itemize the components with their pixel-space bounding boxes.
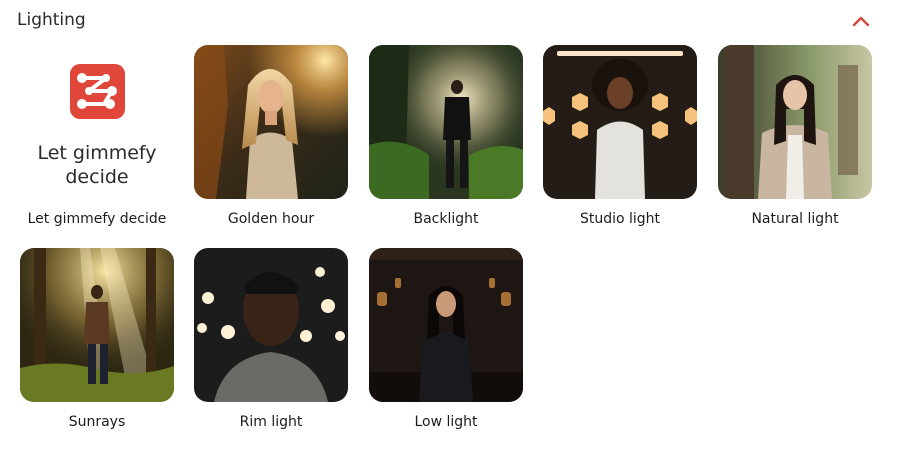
- option-label: Natural light: [751, 211, 839, 227]
- section-title: Lighting: [17, 10, 86, 30]
- option-thumbnail: [369, 45, 523, 199]
- option-thumbnail-text: Let gimmefy decide: [37, 142, 157, 188]
- option-label: Let gimmefy decide: [27, 211, 167, 227]
- option-thumbnail: [194, 45, 348, 199]
- option-thumbnail: [369, 248, 523, 402]
- option-label: Golden hour: [227, 211, 315, 227]
- option-studio-light[interactable]: Studio light: [543, 45, 697, 227]
- option-thumbnail: [718, 45, 872, 199]
- option-natural-light[interactable]: Natural light: [718, 45, 872, 227]
- gimmefy-logo-icon: [69, 64, 125, 119]
- option-backlight[interactable]: Backlight: [369, 45, 523, 227]
- option-label: Backlight: [413, 211, 479, 227]
- option-rim-light[interactable]: Rim light: [194, 248, 348, 430]
- option-label: Rim light: [239, 414, 303, 430]
- collapse-button[interactable]: [849, 10, 873, 32]
- chevron-up-icon: [852, 16, 870, 27]
- option-sunrays[interactable]: Sunrays: [20, 248, 174, 430]
- option-thumbnail: [20, 248, 174, 402]
- option-label: Sunrays: [68, 414, 126, 430]
- option-thumbnail: [543, 45, 697, 199]
- option-golden-hour[interactable]: Golden hour: [194, 45, 348, 227]
- option-thumbnail: [194, 248, 348, 402]
- option-thumbnail: Let gimmefy decide: [20, 45, 174, 199]
- option-label: Studio light: [579, 211, 661, 227]
- option-let-gimmefy-decide[interactable]: Let gimmefy decide Let gimmefy decide: [20, 45, 174, 227]
- option-low-light[interactable]: Low light: [369, 248, 523, 430]
- lighting-section-header[interactable]: Lighting: [0, 0, 900, 42]
- option-label: Low light: [414, 414, 478, 430]
